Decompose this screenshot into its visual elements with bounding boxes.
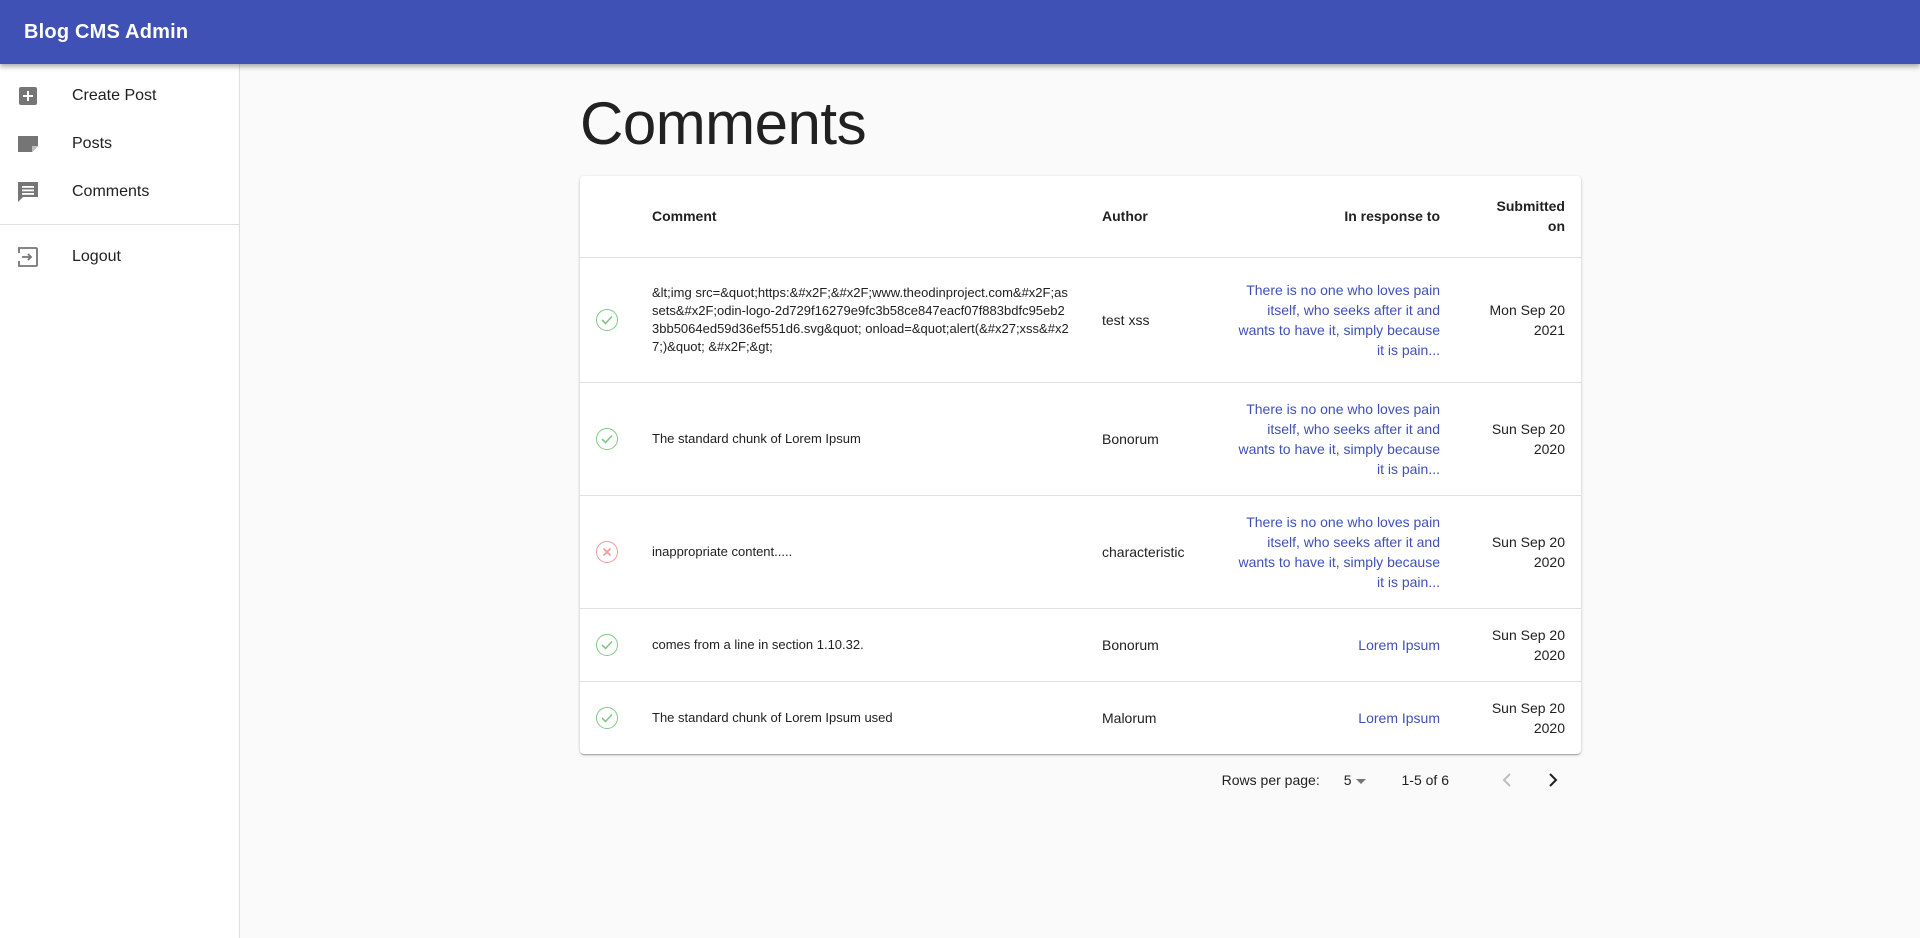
date-line1: Sun Sep 20 [1491, 699, 1565, 716]
status-cell [580, 681, 636, 754]
author-text: Malorum [1102, 709, 1157, 726]
dropdown-arrow-icon [1355, 772, 1366, 788]
post-link[interactable]: Lorem Ipsum [1358, 710, 1440, 726]
date-line1: Sun Sep 20 [1491, 533, 1565, 550]
table-row: &lt;img src=&quot;https:&#x2F;&#x2F;www.… [580, 257, 1581, 383]
sidebar-item-label: Create Post [72, 87, 157, 104]
status-cell [580, 608, 636, 682]
note-icon [16, 132, 40, 156]
pagination-range: 1-5 of 6 [1401, 772, 1449, 788]
table-row: comes from a line in section 1.10.32. Bo… [580, 608, 1581, 682]
comment-text: The standard chunk of Lorem Ipsum used [652, 709, 893, 725]
previous-page-button[interactable] [1487, 760, 1527, 800]
comments-table-card: Comment Author In response to Submitted … [580, 176, 1581, 754]
table-header-row: Comment Author In response to Submitted … [580, 176, 1581, 258]
add-box-icon [16, 84, 40, 108]
comment-text: inappropriate content..... [636, 495, 1086, 609]
rows-per-page-label: Rows per page: [1221, 772, 1320, 788]
header-comment: Comment [636, 176, 1086, 258]
approved-check-icon[interactable] [596, 706, 618, 729]
rows-per-page-value: 5 [1343, 772, 1352, 788]
table-row: inappropriate content..... characteristi… [580, 495, 1581, 609]
date-cell: Sun Sep 20 2020 [1456, 681, 1581, 754]
status-cell [580, 495, 636, 609]
sidebar-divider [0, 224, 239, 225]
approved-check-icon[interactable] [596, 427, 618, 450]
comment-text: comes from a line in section 1.10.32. [636, 608, 1086, 682]
comment-text: The standard chunk of Lorem Ipsum [636, 382, 1086, 496]
response-cell: Lorem Ipsum [1216, 681, 1456, 754]
chevron-left-icon [1502, 773, 1511, 787]
sidebar-item-label: Posts [72, 135, 113, 152]
comments-table: Comment Author In response to Submitted … [580, 176, 1581, 754]
app-title: Blog CMS Admin [24, 20, 189, 43]
date-line2: 2020 [1533, 719, 1565, 736]
author-text: test xss [1086, 257, 1216, 383]
post-link[interactable]: Lorem Ipsum [1358, 637, 1440, 653]
date-line2: 2020 [1533, 440, 1565, 457]
date-line1: Sun Sep 20 [1491, 626, 1565, 643]
header-submitted-line2: on [1547, 218, 1565, 235]
comment-icon [16, 180, 40, 204]
sidebar-item-label: Logout [72, 248, 121, 265]
response-cell: There is no one who loves pain itself, w… [1216, 495, 1456, 609]
sidebar-item-logout[interactable]: Logout [0, 233, 239, 281]
response-cell: Lorem Ipsum [1216, 608, 1456, 682]
sidebar-item-create-post[interactable]: Create Post [0, 72, 239, 120]
post-link[interactable]: There is no one who loves pain itself, w… [1238, 282, 1440, 358]
logout-icon [16, 245, 40, 269]
date-line1: Mon Sep 20 [1489, 301, 1566, 318]
table-row: The standard chunk of Lorem Ipsum Bonoru… [580, 382, 1581, 496]
date-cell: Sun Sep 20 2020 [1456, 382, 1581, 496]
app-bar: Blog CMS Admin [0, 0, 1920, 64]
table-pagination: Rows per page: 5 1-5 of 6 [580, 754, 1581, 806]
post-link[interactable]: There is no one who loves pain itself, w… [1238, 514, 1440, 590]
date-line2: 2021 [1533, 321, 1565, 338]
rejected-x-icon[interactable] [596, 540, 618, 563]
main-content: Comments Comment Author In response to S… [580, 64, 1581, 806]
approved-check-icon[interactable] [596, 308, 618, 331]
chevron-right-icon [1549, 773, 1558, 787]
author-text: Bonorum [1086, 608, 1216, 682]
table-row: The standard chunk of Lorem Ipsum used M… [580, 681, 1581, 754]
date-cell: Mon Sep 20 2021 [1456, 257, 1581, 383]
response-cell: There is no one who loves pain itself, w… [1216, 382, 1456, 496]
sidebar-item-comments[interactable]: Comments [0, 168, 239, 216]
sidebar-item-label: Comments [72, 183, 150, 200]
status-cell [580, 382, 636, 496]
date-line1: Sun Sep 20 [1491, 420, 1565, 437]
date-cell: Sun Sep 20 2020 [1456, 608, 1581, 682]
next-page-button[interactable] [1533, 760, 1573, 800]
header-author: Author [1086, 176, 1216, 258]
header-submitted-on: Submitted on [1456, 176, 1581, 258]
post-link[interactable]: There is no one who loves pain itself, w… [1238, 401, 1440, 477]
header-status [580, 176, 636, 258]
author-text: Bonorum [1086, 382, 1216, 496]
sidebar-item-posts[interactable]: Posts [0, 120, 239, 168]
date-line2: 2020 [1533, 646, 1565, 663]
sidebar: Create Post Posts Comments Logout [0, 64, 240, 938]
page-title: Comments [580, 90, 867, 157]
response-cell: There is no one who loves pain itself, w… [1216, 257, 1456, 383]
date-cell: Sun Sep 20 2020 [1456, 495, 1581, 609]
status-cell [580, 257, 636, 383]
comment-text: &lt;img src=&quot;https:&#x2F;&#x2F;www.… [636, 257, 1086, 383]
rows-per-page-select[interactable]: 5 [1344, 772, 1370, 788]
date-line2: 2020 [1533, 553, 1565, 570]
header-submitted-line1: Submitted [1496, 198, 1565, 215]
author-text: characteristic [1086, 495, 1216, 609]
header-in-response-to: In response to [1216, 176, 1456, 258]
approved-check-icon[interactable] [596, 633, 618, 656]
